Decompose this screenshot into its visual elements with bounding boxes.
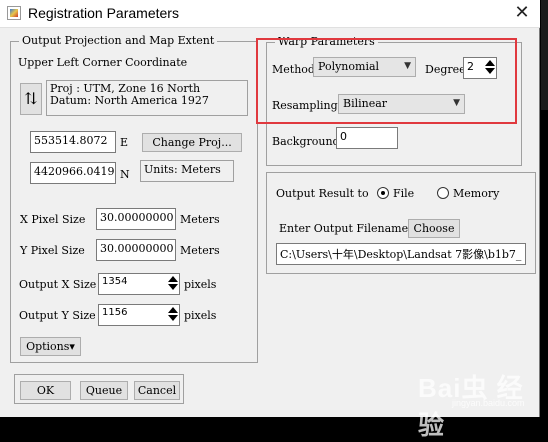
window-title: Registration Parameters — [28, 5, 179, 21]
output-x-unit: pixels — [184, 278, 217, 291]
output-filename-input[interactable]: C:\Users\十年\Desktop\Landsat 7影像\b1b7_ — [276, 243, 526, 265]
datum-line: Datum: North America 1927 — [50, 94, 209, 107]
output-y-size-stepper[interactable]: 1156 — [98, 304, 180, 326]
y-pixel-size-input[interactable]: 30.00000000 — [96, 239, 176, 261]
corner-coordinate-label: Upper Left Corner Coordinate — [18, 56, 188, 69]
y-pixel-unit: Meters — [180, 244, 220, 257]
output-y-size-value: 1156 — [102, 307, 128, 318]
x-pixel-unit: Meters — [180, 213, 220, 226]
output-x-size-stepper[interactable]: 1354 — [98, 273, 180, 295]
output-y-unit: pixels — [184, 309, 217, 322]
output-projection-legend: Output Projection and Map Extent — [19, 34, 218, 47]
choose-button[interactable]: Choose — [408, 219, 460, 238]
background-label: Background — [272, 135, 340, 148]
northing-unit: N — [120, 168, 130, 181]
output-result-label: Output Result to — [276, 187, 369, 200]
file-radio-label: File — [393, 187, 415, 200]
change-proj-button[interactable]: Change Proj... — [142, 133, 242, 152]
projection-info-box: Proj : UTM, Zone 16 North Datum: North A… — [46, 80, 248, 116]
output-x-size-label: Output X Size — [19, 278, 97, 291]
options-menu-button[interactable]: Options▾ — [20, 337, 81, 356]
memory-radio[interactable] — [437, 187, 449, 199]
x-pixel-size-input[interactable]: 30.00000000 — [96, 208, 176, 230]
registration-parameters-window: Registration Parameters ✕ Output Project… — [0, 0, 540, 440]
output-x-size-value: 1354 — [102, 276, 128, 287]
easting-unit: E — [120, 136, 129, 149]
units-display: Units: Meters — [140, 160, 234, 182]
memory-radio-label: Memory — [453, 187, 500, 200]
spin-arrows-icon[interactable] — [168, 275, 178, 291]
background-input[interactable]: 0 — [336, 127, 398, 149]
easting-input[interactable]: 553514.8072 — [30, 131, 116, 153]
northing-input[interactable]: 4420966.0419 — [30, 162, 116, 184]
spin-arrows-icon[interactable] — [168, 306, 178, 322]
cancel-button[interactable]: Cancel — [134, 381, 180, 400]
background-edge — [541, 0, 548, 417]
highlight-annotation-box — [256, 38, 517, 124]
swap-coordinates-icon[interactable]: ⇅ — [20, 83, 42, 115]
file-radio[interactable] — [377, 187, 389, 199]
output-y-size-label: Output Y Size — [19, 309, 96, 322]
y-pixel-size-label: Y Pixel Size — [20, 244, 85, 257]
ok-button[interactable]: OK — [20, 381, 71, 400]
title-bar[interactable]: Registration Parameters ✕ — [0, 0, 540, 28]
x-pixel-size-label: X Pixel Size — [20, 213, 86, 226]
output-filename-label: Enter Output Filename — [279, 222, 409, 235]
queue-button[interactable]: Queue — [80, 381, 128, 400]
app-icon — [7, 6, 21, 20]
close-icon[interactable]: ✕ — [512, 2, 532, 22]
baidu-watermark-url: jingyan.baidu.com — [452, 398, 525, 408]
